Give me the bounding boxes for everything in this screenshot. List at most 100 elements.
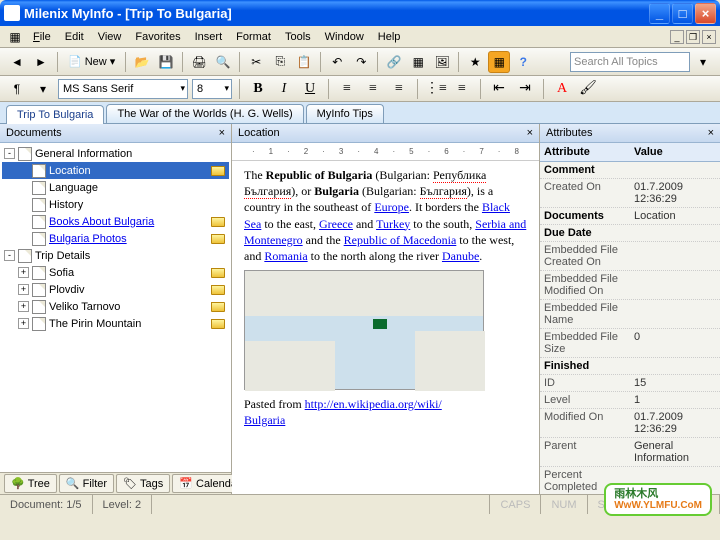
link-button[interactable]: 🔗 xyxy=(383,51,405,73)
link-romania[interactable]: Romania xyxy=(264,249,307,263)
tree-node-plovdiv[interactable]: +Plovdiv xyxy=(2,281,229,298)
open-button[interactable]: 📂 xyxy=(131,51,153,73)
attr-row[interactable]: Modified On01.7.2009 12:36:29 xyxy=(540,409,720,438)
help-button[interactable]: ? xyxy=(512,51,534,73)
menu-help[interactable]: Help xyxy=(371,29,408,45)
attr-row[interactable]: Created On01.7.2009 12:36:29 xyxy=(540,179,720,208)
document-tree[interactable]: -General Information Location Language H… xyxy=(0,143,231,472)
copy-button[interactable]: ⎘ xyxy=(269,51,291,73)
table-button[interactable]: ▦ xyxy=(407,51,429,73)
link-macedonia[interactable]: Republic of Macedonia xyxy=(344,233,457,247)
app-menu-icon[interactable]: ▦ xyxy=(4,26,26,48)
style-dropdown[interactable]: ▾ xyxy=(32,78,54,100)
link-greece[interactable]: Greece xyxy=(319,217,353,231)
tree-node-history[interactable]: History xyxy=(2,196,229,213)
align-right-button[interactable]: ≡ xyxy=(388,79,410,99)
font-combo[interactable]: MS Sans Serif xyxy=(58,79,188,99)
documents-close-icon[interactable]: × xyxy=(219,127,225,139)
close-button[interactable]: × xyxy=(695,3,716,24)
fontsize-combo[interactable]: 8 xyxy=(192,79,232,99)
editor-close-icon[interactable]: × xyxy=(527,127,533,139)
print-button[interactable]: 🖨 xyxy=(188,51,210,73)
search-go-button[interactable]: ▾ xyxy=(692,51,714,73)
underline-button[interactable]: U xyxy=(299,79,321,99)
numbering-button[interactable]: ≡ xyxy=(451,79,473,99)
menu-window[interactable]: Window xyxy=(318,29,371,45)
attr-row[interactable]: ParentGeneral Information xyxy=(540,438,720,467)
tree-node-pirin[interactable]: +The Pirin Mountain xyxy=(2,315,229,332)
attr-row[interactable]: Comment xyxy=(540,162,720,179)
doc-tabstrip: Trip To Bulgaria The War of the Worlds (… xyxy=(0,102,720,124)
tab-filter[interactable]: 🔍 Filter xyxy=(59,474,114,493)
new-button[interactable]: 📄 New ▾ xyxy=(63,52,120,71)
menu-file[interactable]: File xyxy=(26,29,58,45)
italic-button[interactable]: I xyxy=(273,79,295,99)
ruler[interactable]: ·1·2·3·4·5·6·7·8 xyxy=(232,143,539,161)
doc-paragraph: The Republic of Bulgaria (Bulgarian: Реп… xyxy=(244,167,527,264)
link-danube[interactable]: Danube xyxy=(442,249,479,263)
preview-button[interactable]: 🔍 xyxy=(212,51,234,73)
redo-button[interactable]: ↷ xyxy=(350,51,372,73)
menu-format[interactable]: Format xyxy=(229,29,278,45)
doc-minimize-button[interactable]: _ xyxy=(670,30,684,44)
minimize-button[interactable]: _ xyxy=(649,3,670,24)
attributes-close-icon[interactable]: × xyxy=(708,127,714,139)
save-button[interactable]: 💾 xyxy=(155,51,177,73)
menu-favorites[interactable]: Favorites xyxy=(128,29,187,45)
tab-war-of-the-worlds[interactable]: The War of the Worlds (H. G. Wells) xyxy=(106,104,303,123)
highlightcolor-button[interactable]: 🖌 xyxy=(577,79,599,99)
indent-button[interactable]: ⇥ xyxy=(514,79,536,99)
tree-node-location[interactable]: Location xyxy=(2,162,229,179)
tab-trip-to-bulgaria[interactable]: Trip To Bulgaria xyxy=(6,105,104,124)
tree-node-sofia[interactable]: +Sofia xyxy=(2,264,229,281)
link-turkey[interactable]: Turkey xyxy=(376,217,410,231)
menu-edit[interactable]: Edit xyxy=(58,29,91,45)
align-center-button[interactable]: ≡ xyxy=(362,79,384,99)
doc-restore-button[interactable]: ❐ xyxy=(686,30,700,44)
attr-row[interactable]: DocumentsLocation xyxy=(540,208,720,225)
outdent-button[interactable]: ⇤ xyxy=(488,79,510,99)
tab-myinfo-tips[interactable]: MyInfo Tips xyxy=(306,104,384,123)
attr-row[interactable]: ID15 xyxy=(540,375,720,392)
paste-button[interactable]: 📋 xyxy=(293,51,315,73)
bullets-button[interactable]: ⋮≡ xyxy=(425,79,447,99)
bold-button[interactable]: B xyxy=(247,79,269,99)
attr-row[interactable]: Finished xyxy=(540,358,720,375)
forward-button[interactable]: ► xyxy=(30,51,52,73)
attributes-grid[interactable]: CommentCreated On01.7.2009 12:36:29Docum… xyxy=(540,162,720,494)
col-value[interactable]: Value xyxy=(630,143,667,161)
tree-node-general[interactable]: -General Information xyxy=(2,145,229,162)
style-button[interactable]: ¶ xyxy=(6,78,28,100)
image-button[interactable]: 🖼 xyxy=(431,51,453,73)
undo-button[interactable]: ↶ xyxy=(326,51,348,73)
menu-view[interactable]: View xyxy=(91,29,129,45)
attr-key: Documents xyxy=(540,208,630,224)
attr-row[interactable]: Embedded File Name xyxy=(540,300,720,329)
attr-row[interactable]: Embedded File Size0 xyxy=(540,329,720,358)
maximize-button[interactable]: □ xyxy=(672,3,693,24)
highlight-button[interactable]: ▦ xyxy=(488,51,510,73)
col-attribute[interactable]: Attribute xyxy=(540,143,630,161)
attr-row[interactable]: Embedded File Modified On xyxy=(540,271,720,300)
doc-close-button[interactable]: × xyxy=(702,30,716,44)
menu-insert[interactable]: Insert xyxy=(188,29,230,45)
menu-tools[interactable]: Tools xyxy=(278,29,318,45)
tree-node-photos[interactable]: Bulgaria Photos xyxy=(2,230,229,247)
document-body[interactable]: The Republic of Bulgaria (Bulgarian: Реп… xyxy=(232,161,539,494)
search-input[interactable]: Search All Topics xyxy=(570,52,690,72)
attr-row[interactable]: Level1 xyxy=(540,392,720,409)
favorite-button[interactable]: ★ xyxy=(464,51,486,73)
tab-tree[interactable]: 🌳 Tree xyxy=(4,474,57,493)
tree-node-language[interactable]: Language xyxy=(2,179,229,196)
back-button[interactable]: ◄ xyxy=(6,51,28,73)
tree-node-veliko[interactable]: +Veliko Tarnovo xyxy=(2,298,229,315)
attr-row[interactable]: Due Date xyxy=(540,225,720,242)
tree-node-books[interactable]: Books About Bulgaria xyxy=(2,213,229,230)
link-europe[interactable]: Europe xyxy=(374,200,409,214)
tree-node-trip-details[interactable]: -Trip Details xyxy=(2,247,229,264)
tab-tags[interactable]: 🏷 Tags xyxy=(116,474,170,493)
attr-row[interactable]: Embedded File Created On xyxy=(540,242,720,271)
align-left-button[interactable]: ≡ xyxy=(336,79,358,99)
fontcolor-button[interactable]: A xyxy=(551,79,573,99)
cut-button[interactable]: ✂ xyxy=(245,51,267,73)
